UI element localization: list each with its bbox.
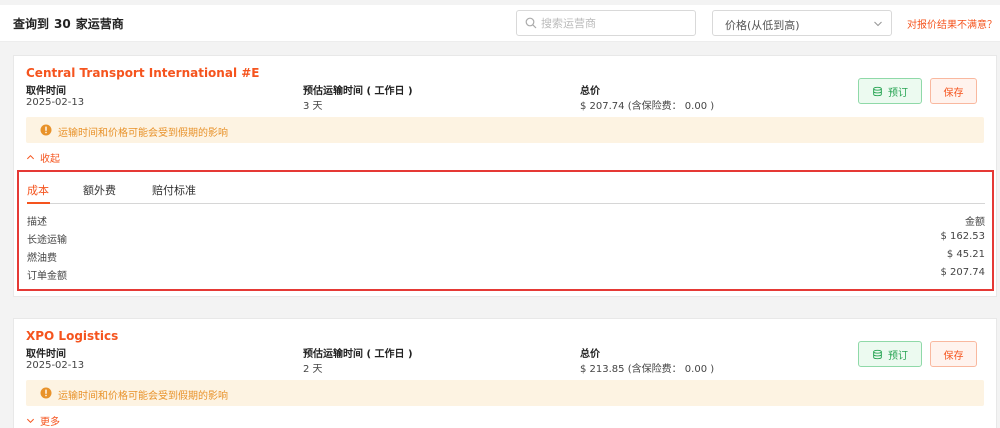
active-tab-indicator xyxy=(27,202,50,204)
cost-desc: 长途运输 xyxy=(27,235,67,246)
exclamation-circle-icon xyxy=(40,124,52,136)
total-price: $ 207.74 (含保险费： 0.00 ) xyxy=(580,101,715,112)
cost-amount: $ 207.74 xyxy=(940,267,985,278)
save-button-label: 保存 xyxy=(943,87,964,99)
carrier-card: XPO Logistics 取件时间 2025-02-13 预估运输时间 ( 工… xyxy=(13,318,997,428)
result-suffix: 家运营商 xyxy=(75,17,124,31)
holiday-warning-banner: 运输时间和价格可能会受到假期的影响 xyxy=(26,117,984,143)
save-button[interactable]: 保存 xyxy=(930,78,977,104)
collapse-toggle[interactable]: 收起 xyxy=(26,150,60,165)
chevron-up-icon xyxy=(26,154,35,160)
transit-days: 3 天 xyxy=(303,101,323,112)
results-header: 查询到 30 家运营商 价格(从低到高) 对报价结果不满意？ xyxy=(0,5,1000,42)
database-icon xyxy=(873,86,882,96)
cost-desc: 订单金额 xyxy=(27,271,67,282)
collapse-toggle-label: 收起 xyxy=(40,154,60,165)
book-button[interactable]: 预订 xyxy=(858,341,922,367)
total-price: $ 213.85 (含保险费： 0.00 ) xyxy=(580,364,715,375)
pickup-time-label: 取件时间 xyxy=(26,349,66,360)
result-count-title: 查询到 30 家运营商 xyxy=(13,15,124,32)
cost-desc: 燃油费 xyxy=(27,253,57,264)
total-price-label: 总价 xyxy=(580,349,600,360)
search-icon xyxy=(525,17,537,29)
expand-toggle[interactable]: 更多 xyxy=(26,413,60,428)
tab-cost[interactable]: 成本 xyxy=(27,182,49,198)
total-price-label: 总价 xyxy=(580,86,600,97)
holiday-warning-banner: 运输时间和价格可能会受到假期的影响 xyxy=(26,380,984,406)
database-icon xyxy=(873,349,882,359)
carrier-name-link[interactable]: Central Transport International #E xyxy=(26,66,259,80)
cost-amount: $ 162.53 xyxy=(940,231,985,242)
cost-header-amount: 金额 xyxy=(965,217,985,228)
pickup-time-label: 取件时间 xyxy=(26,86,66,97)
transit-time-label: 预估运输时间 ( 工作日 ) xyxy=(303,86,413,97)
chevron-down-icon xyxy=(874,21,882,27)
cost-row: 长途运输 $ 162.53 xyxy=(27,231,985,246)
sort-select[interactable]: 价格(从低到高) xyxy=(712,10,892,36)
exclamation-circle-icon xyxy=(40,387,52,399)
carrier-search-input[interactable] xyxy=(541,15,691,32)
cost-header-row: 描述 金额 xyxy=(27,213,985,228)
holiday-warning-text: 运输时间和价格可能会受到假期的影响 xyxy=(58,391,228,402)
transit-time-label: 预估运输时间 ( 工作日 ) xyxy=(303,349,413,360)
book-button-label: 预订 xyxy=(888,350,908,362)
pickup-date: 2025-02-13 xyxy=(26,360,85,371)
holiday-warning-text: 运输时间和价格可能会受到假期的影响 xyxy=(58,128,228,139)
pickup-date: 2025-02-13 xyxy=(26,97,85,108)
carrier-search-box[interactable] xyxy=(516,10,696,36)
book-button-label: 预订 xyxy=(888,87,908,99)
save-button[interactable]: 保存 xyxy=(930,341,977,367)
cost-amount: $ 45.21 xyxy=(946,249,985,260)
tab-compensation[interactable]: 赔付标准 xyxy=(152,182,196,198)
detail-tabs: 成本 额外费 赔付标准 xyxy=(27,178,985,204)
cost-detail-panel: 成本 额外费 赔付标准 描述 金额 长途运输 $ 162.53 燃油费 $ 45… xyxy=(17,170,994,291)
transit-days: 2 天 xyxy=(303,364,323,375)
cost-row: 燃油费 $ 45.21 xyxy=(27,249,985,264)
carrier-card: Central Transport International #E 取件时间 … xyxy=(13,55,997,297)
result-count: 30 xyxy=(54,17,71,31)
chevron-down-icon xyxy=(26,418,35,424)
cost-header-desc: 描述 xyxy=(27,217,47,228)
sort-select-value: 价格(从低到高) xyxy=(725,19,800,32)
book-button[interactable]: 预订 xyxy=(858,78,922,104)
result-prefix: 查询到 xyxy=(13,17,50,31)
save-button-label: 保存 xyxy=(943,350,964,362)
expand-toggle-label: 更多 xyxy=(40,417,60,428)
cost-total-row: 订单金额 $ 207.74 xyxy=(27,267,985,282)
unsatisfied-feedback-link[interactable]: 对报价结果不满意？ xyxy=(907,16,997,31)
tab-extra-fees[interactable]: 额外费 xyxy=(83,182,116,198)
carrier-name-link[interactable]: XPO Logistics xyxy=(26,329,118,343)
